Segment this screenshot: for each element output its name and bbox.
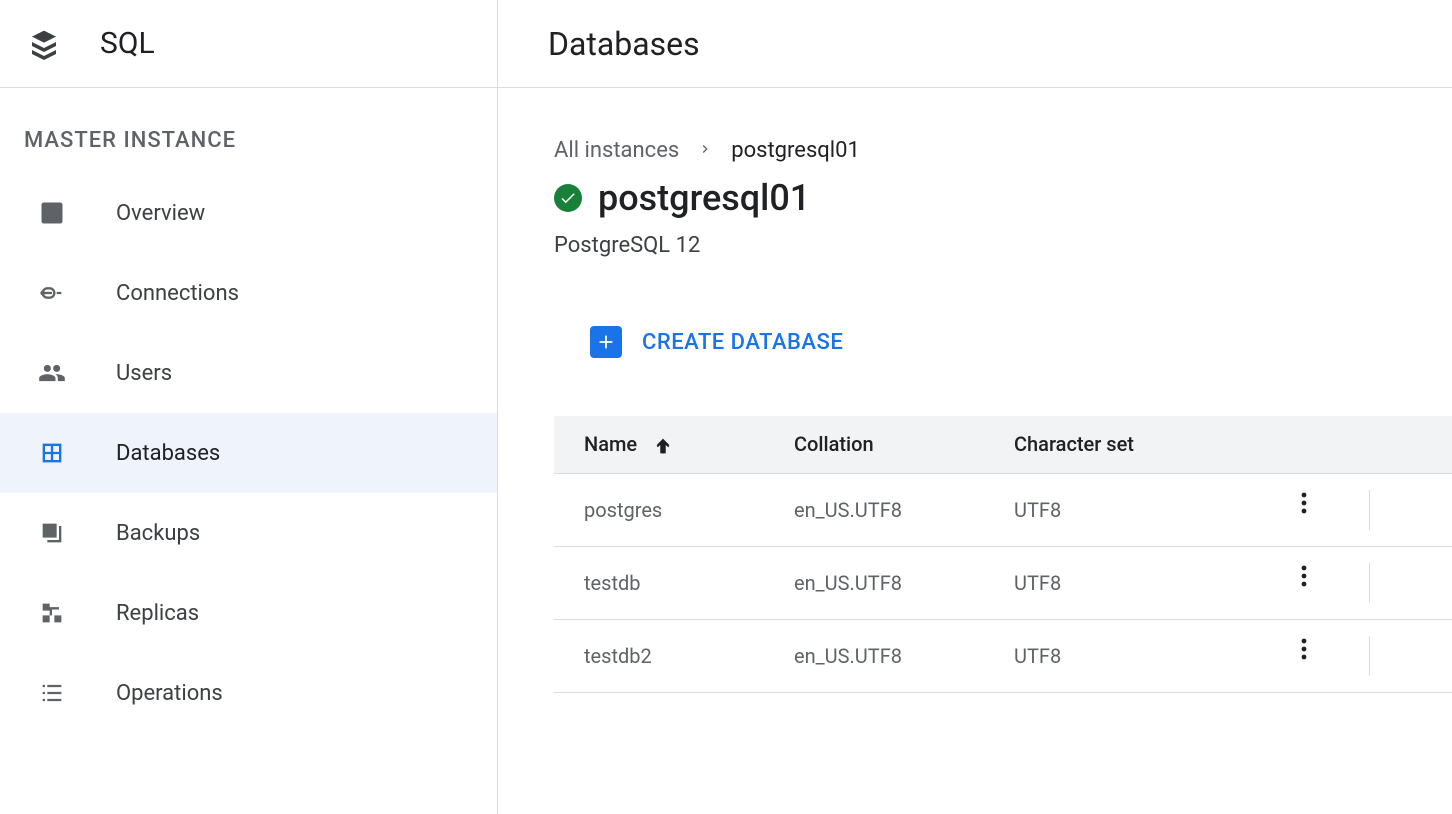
databases-tbody: postgres en_US.UTF8 UTF8 testdb en_US.UT…: [554, 473, 1452, 692]
cell-name: testdb2: [554, 619, 764, 692]
row-actions-button[interactable]: [1284, 491, 1324, 515]
cell-name: postgres: [554, 473, 764, 546]
row-actions-button[interactable]: [1284, 564, 1324, 588]
column-header-collation-label: Collation: [794, 432, 874, 456]
cell-charset: UTF8: [984, 546, 1254, 619]
sidebar-item-connections[interactable]: Connections: [0, 253, 497, 333]
sidebar-item-replicas[interactable]: Replicas: [0, 573, 497, 653]
column-header-charset[interactable]: Character set: [984, 416, 1254, 473]
sidebar-item-backups[interactable]: Backups: [0, 493, 497, 573]
sidebar-item-databases[interactable]: Databases: [0, 413, 497, 493]
main: Databases All instances postgresql01 pos…: [498, 0, 1452, 814]
sidebar: SQL MASTER INSTANCE Overview Connections: [0, 0, 498, 814]
sidebar-item-label: Operations: [116, 681, 223, 706]
instance-name: postgresql01: [598, 177, 810, 219]
main-header: Databases: [498, 0, 1452, 88]
table-row: postgres en_US.UTF8 UTF8: [554, 473, 1452, 546]
sidebar-item-label: Replicas: [116, 601, 199, 626]
cell-collation: en_US.UTF8: [764, 473, 984, 546]
divider: [1369, 490, 1370, 530]
chevron-right-icon: [697, 138, 713, 163]
users-icon: [36, 357, 68, 389]
cell-name: testdb: [554, 546, 764, 619]
instance-heading: postgresql01: [554, 177, 1452, 219]
databases-icon: [36, 437, 68, 469]
cell-charset: UTF8: [984, 473, 1254, 546]
product-logo-icon: [28, 28, 60, 60]
column-header-name[interactable]: Name: [554, 416, 764, 473]
instance-version: PostgreSQL 12: [554, 233, 1452, 258]
product-title: SQL: [100, 26, 155, 61]
operations-icon: [36, 677, 68, 709]
divider: [1369, 563, 1370, 603]
status-ok-icon: [554, 184, 582, 212]
sidebar-item-label: Databases: [116, 441, 220, 466]
sidebar-item-label: Users: [116, 361, 172, 386]
sidebar-item-label: Overview: [116, 201, 205, 226]
breadcrumb: All instances postgresql01: [554, 138, 1452, 163]
divider: [1369, 636, 1370, 676]
sidebar-item-operations[interactable]: Operations: [0, 653, 497, 733]
column-header-name-label: Name: [584, 432, 637, 456]
sidebar-item-users[interactable]: Users: [0, 333, 497, 413]
databases-table: Name Collation Character set: [554, 416, 1452, 693]
column-header-charset-label: Character set: [1014, 432, 1134, 456]
content: All instances postgresql01 postgresql01 …: [498, 88, 1452, 693]
breadcrumb-parent[interactable]: All instances: [554, 138, 679, 163]
overview-icon: [36, 197, 68, 229]
table-row: testdb en_US.UTF8 UTF8: [554, 546, 1452, 619]
replicas-icon: [36, 597, 68, 629]
table-row: testdb2 en_US.UTF8 UTF8: [554, 619, 1452, 692]
cell-collation: en_US.UTF8: [764, 546, 984, 619]
sort-ascending-icon: [652, 435, 674, 457]
connections-icon: [36, 277, 68, 309]
column-header-actions: [1254, 416, 1452, 473]
breadcrumb-current: postgresql01: [731, 138, 860, 163]
cell-collation: en_US.UTF8: [764, 619, 984, 692]
sidebar-item-label: Connections: [116, 281, 239, 306]
sidebar-item-overview[interactable]: Overview: [0, 173, 497, 253]
create-database-button[interactable]: CREATE DATABASE: [574, 318, 859, 366]
cell-charset: UTF8: [984, 619, 1254, 692]
sidebar-item-label: Backups: [116, 521, 200, 546]
column-header-collation[interactable]: Collation: [764, 416, 984, 473]
backups-icon: [36, 517, 68, 549]
page-title: Databases: [548, 25, 700, 63]
create-database-label: CREATE DATABASE: [642, 330, 843, 355]
plus-icon: [590, 326, 622, 358]
sidebar-header: SQL: [0, 0, 497, 88]
row-actions-button[interactable]: [1284, 637, 1324, 661]
sidebar-section-label: MASTER INSTANCE: [0, 88, 497, 173]
sidebar-nav: Overview Connections Users Databases: [0, 173, 497, 733]
